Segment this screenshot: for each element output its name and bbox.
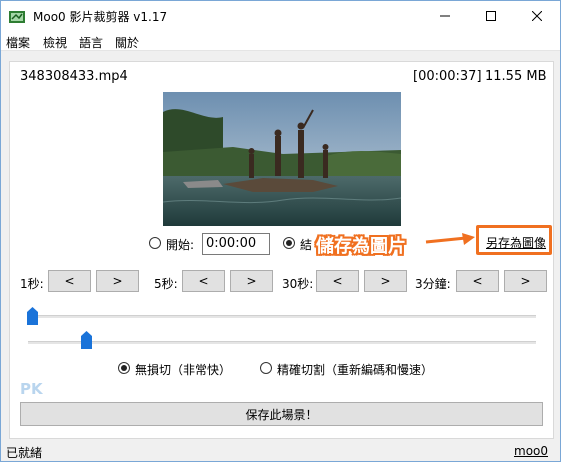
minimize-button[interactable]: [422, 1, 468, 31]
app-icon: [9, 8, 25, 24]
main-panel: 348308433.mp4 [00:00:37] 11.55 MB 開始: 0:…: [9, 61, 554, 439]
step-5s-label: 5秒:: [154, 277, 178, 291]
file-size: 11.55 MB: [485, 69, 547, 84]
step-1s-back-button[interactable]: <: [48, 270, 91, 292]
step-1s-forward-button[interactable]: >: [96, 270, 139, 292]
step-5s-back-button[interactable]: <: [182, 270, 225, 292]
app-window: Moo0 影片裁剪器 v1.17 檔案 檢視 語言 關於 348308433.m…: [0, 0, 561, 462]
status-text: 已就緒: [6, 446, 43, 460]
watermark-logo: PK: [20, 380, 43, 398]
menu-bar: 檔案 檢視 語言 關於: [1, 31, 560, 51]
close-icon: [532, 11, 542, 21]
save-as-image-link[interactable]: 另存為圖像: [486, 234, 546, 251]
step-30s-label: 30秒:: [282, 277, 314, 291]
status-bar: 已就緒 moo0: [1, 441, 560, 461]
start-radio[interactable]: [149, 237, 161, 249]
menu-view[interactable]: 檢視: [43, 34, 67, 51]
precise-label: 精確切割（重新編碼和慢速）: [277, 363, 434, 377]
file-name: 348308433.mp4: [20, 69, 128, 84]
lossless-radio[interactable]: [118, 362, 130, 374]
video-preview: [163, 92, 401, 226]
menu-file[interactable]: 檔案: [6, 34, 30, 51]
annotation-text: 儲存為圖片: [316, 236, 406, 257]
annotation-arrow-icon: [425, 233, 475, 245]
file-duration: [00:00:37]: [413, 69, 482, 84]
step-3m-forward-button[interactable]: >: [504, 270, 547, 292]
end-label: 結: [300, 238, 313, 252]
start-slider-thumb[interactable]: [27, 307, 38, 325]
title-bar: Moo0 影片裁剪器 v1.17: [1, 1, 560, 31]
end-radio[interactable]: [283, 237, 295, 249]
step-3m-back-button[interactable]: <: [456, 270, 499, 292]
minimize-icon: [440, 15, 450, 17]
save-scene-button[interactable]: 保存此場景！: [20, 402, 543, 426]
step-5s-forward-button[interactable]: >: [230, 270, 273, 292]
step-30s-forward-button[interactable]: >: [364, 270, 407, 292]
end-slider-thumb[interactable]: [81, 331, 92, 349]
end-slider-track[interactable]: [28, 341, 536, 344]
menu-language[interactable]: 語言: [79, 34, 103, 51]
step-1s-label: 1秒:: [20, 277, 44, 291]
moo0-link[interactable]: moo0: [514, 444, 548, 458]
step-30s-back-button[interactable]: <: [316, 270, 359, 292]
window-title: Moo0 影片裁剪器 v1.17: [33, 10, 168, 24]
menu-about[interactable]: 關於: [115, 34, 139, 51]
start-time-input[interactable]: 0:00:00: [202, 233, 270, 255]
lossless-label: 無損切（非常快）: [135, 363, 232, 377]
precise-radio[interactable]: [260, 362, 272, 374]
maximize-button[interactable]: [468, 1, 514, 31]
close-button[interactable]: [514, 1, 560, 31]
maximize-icon: [486, 11, 496, 21]
start-slider-track[interactable]: [28, 315, 536, 318]
start-label: 開始:: [166, 238, 195, 252]
step-3m-label: 3分鐘:: [415, 277, 451, 291]
